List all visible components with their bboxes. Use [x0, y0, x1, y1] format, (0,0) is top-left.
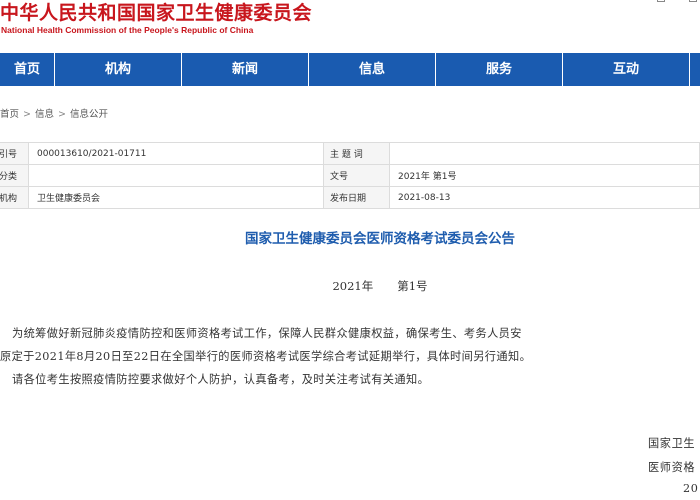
nav-item-information[interactable]: 信息	[309, 53, 436, 86]
meta-value: 卫生健康委员会	[28, 186, 324, 209]
article-paragraph: 为统筹做好新冠肺炎疫情防控和医师资格考试工作，保障人民群众健康权益，确保考生、考…	[12, 327, 522, 340]
article-paragraph: 原定于2021年8月20日至22日在全国举行的医师资格考试医学综合考试延期举行，…	[0, 350, 532, 363]
meta-value: 000013610/2021-01711	[28, 142, 324, 165]
meta-value: 2021-08-13	[389, 186, 700, 209]
nav-item-news[interactable]: 新闻	[182, 53, 309, 86]
breadcrumb-separator: >	[58, 109, 66, 120]
document-issue: 第1号	[397, 279, 428, 293]
nav-item-home[interactable]: 首页	[0, 53, 55, 86]
top-links	[639, 0, 700, 6]
site-title[interactable]: 中华人民共和国国家卫生健康委员会	[0, 0, 312, 25]
article-paragraph: 请各位考生按照疫情防控要求做好个人防护，认真备考，及时关注考试有关通知。	[12, 373, 430, 386]
table-row: 机构 卫生健康委员会 发布日期 2021-08-13	[0, 186, 700, 209]
meta-value	[389, 142, 700, 165]
top-link-1[interactable]	[657, 0, 668, 4]
breadcrumb-home[interactable]: 首页	[0, 109, 19, 120]
signature-line: 国家卫生	[648, 437, 696, 450]
table-row: 引号 000013610/2021-01711 主 题 词	[0, 142, 700, 165]
lock-icon	[689, 0, 697, 2]
signature-line: 20	[683, 482, 699, 495]
breadcrumb-info[interactable]: 信息	[35, 109, 54, 120]
breadcrumb: 首页 > 信息 > 信息公开	[0, 106, 108, 120]
meta-key: 分类	[0, 164, 29, 187]
main-nav: 首页 机构 新闻 信息 服务 互动	[0, 53, 700, 86]
document-year: 2021年	[332, 279, 374, 293]
breadcrumb-info-public[interactable]: 信息公开	[70, 109, 108, 120]
meta-value	[28, 164, 324, 187]
site-header: 中华人民共和国国家卫生健康委员会 National Health Commiss…	[0, 0, 700, 52]
nav-item-institutions[interactable]: 机构	[55, 53, 182, 86]
meta-table: 引号 000013610/2021-01711 主 题 词 分类 文号 2021…	[0, 142, 700, 209]
meta-key: 主 题 词	[323, 142, 390, 165]
meta-value: 2021年 第1号	[389, 164, 700, 187]
table-row: 分类 文号 2021年 第1号	[0, 164, 700, 187]
nav-item-services[interactable]: 服务	[436, 53, 563, 86]
nav-item-interaction[interactable]: 互动	[563, 53, 690, 86]
meta-key: 机构	[0, 186, 29, 209]
meta-key: 发布日期	[323, 186, 390, 209]
document-number: 2021年 第1号	[0, 278, 700, 294]
meta-key: 引号	[0, 142, 29, 165]
breadcrumb-separator: >	[23, 109, 31, 120]
site-subtitle: National Health Commission of the People…	[1, 25, 254, 35]
meta-key: 文号	[323, 164, 390, 187]
envelope-icon	[657, 0, 666, 2]
article-title: 国家卫生健康委员会医师资格考试委员会公告	[245, 231, 515, 247]
nav-item-overflow[interactable]	[690, 53, 700, 86]
signature-line: 医师资格	[648, 461, 696, 474]
top-link-2[interactable]	[689, 0, 700, 4]
